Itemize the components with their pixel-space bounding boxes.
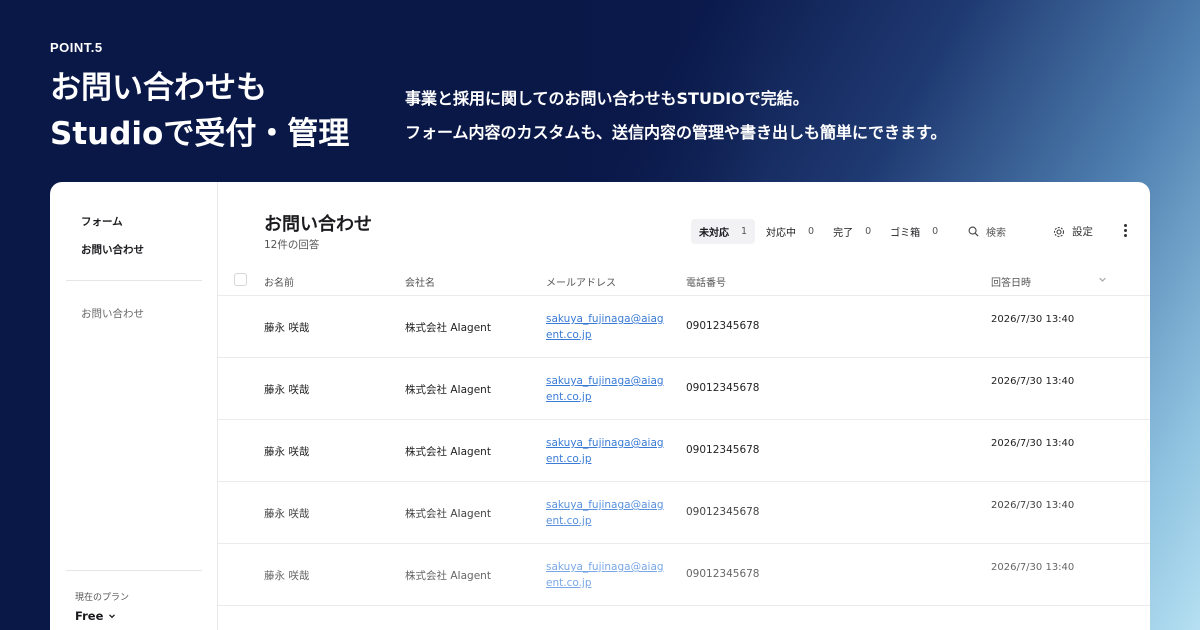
filter-count: 0	[932, 226, 939, 237]
filter-count: 0	[808, 226, 815, 237]
table-body: 藤永 咲哉 株式会社 AIagent sakuya_fujinaga@aiage…	[218, 296, 1150, 606]
table-row[interactable]: 藤永 咲哉 株式会社 AIagent sakuya_fujinaga@aiage…	[218, 482, 1150, 544]
cell-company: 株式会社 AIagent	[405, 508, 491, 520]
table-header: お名前 会社名 メールアドレス 電話番号 回答日時	[218, 266, 1150, 296]
search-button[interactable]: 検索	[968, 224, 1006, 239]
settings-label: 設定	[1072, 226, 1093, 238]
table-row[interactable]: 藤永 咲哉 株式会社 AIagent sakuya_fujinaga@aiage…	[218, 358, 1150, 420]
filter-in-progress[interactable]: 対応中 0	[758, 219, 822, 244]
filter-count: 1	[741, 226, 748, 237]
cell-email-link[interactable]: sakuya_fujinaga@aiagent.co.jp	[546, 559, 664, 591]
cell-name: 藤永 咲哉	[264, 322, 310, 334]
chevron-down-icon	[109, 614, 116, 619]
main-panel: お問い合わせ 12件の回答 未対応 1 対応中 0 完了 0 ゴミ箱 0 検索	[218, 182, 1150, 630]
cell-name: 藤永 咲哉	[264, 446, 310, 458]
more-menu-icon[interactable]	[1118, 222, 1132, 238]
point-label: POINT.5	[50, 40, 103, 55]
search-icon	[968, 226, 979, 237]
filter-label: 対応中	[766, 228, 797, 239]
app-window: フォーム お問い合わせ お問い合わせ 現在のプラン Free お問い合わせ 12…	[50, 182, 1150, 630]
cell-name: 藤永 咲哉	[264, 570, 310, 582]
filter-label: ゴミ箱	[890, 228, 921, 239]
cell-company: 株式会社 AIagent	[405, 446, 491, 458]
column-header-company[interactable]: 会社名	[405, 274, 435, 289]
filter-label: 完了	[833, 228, 854, 239]
filter-trash[interactable]: ゴミ箱 0	[882, 219, 946, 244]
sidebar-subitem-contact[interactable]: お問い合わせ	[81, 306, 144, 321]
hero-title-line2: Studioで受付・管理	[50, 116, 350, 152]
cell-company: 株式会社 AIagent	[405, 322, 491, 334]
table-row[interactable]: 藤永 咲哉 株式会社 AIagent sakuya_fujinaga@aiage…	[218, 296, 1150, 358]
column-header-email[interactable]: メールアドレス	[546, 274, 616, 289]
hero-title: お問い合わせも Studioで受付・管理	[50, 65, 349, 157]
cell-email-link[interactable]: sakuya_fujinaga@aiagent.co.jp	[546, 497, 664, 529]
filter-count: 0	[865, 226, 872, 237]
cell-phone: 09012345678	[686, 506, 760, 518]
chevron-down-icon[interactable]	[1098, 275, 1107, 284]
cell-name: 藤永 咲哉	[264, 384, 310, 396]
gear-icon	[1053, 226, 1065, 237]
cell-date: 2026/7/30 13:40	[991, 500, 1075, 511]
filter-done[interactable]: 完了 0	[825, 219, 879, 244]
settings-button[interactable]: 設定	[1053, 224, 1093, 239]
sidebar-item-contact[interactable]: お問い合わせ	[81, 242, 144, 257]
filter-label: 未対応	[699, 228, 729, 239]
hero-description-line2: フォーム内容のカスタムも、送信内容の管理や書き出しも簡単にできます。	[405, 123, 947, 142]
cell-email-link[interactable]: sakuya_fujinaga@aiagent.co.jp	[546, 373, 664, 405]
plan-selector[interactable]: Free	[75, 609, 116, 623]
hero-section: POINT.5 お問い合わせも Studioで受付・管理	[50, 40, 349, 157]
plan-label: 現在のプラン	[75, 593, 130, 603]
cell-date: 2026/7/30 13:40	[991, 438, 1075, 449]
sidebar: フォーム お問い合わせ お問い合わせ 現在のプラン Free	[50, 182, 218, 630]
plan-value: Free	[75, 609, 104, 623]
cell-date: 2026/7/30 13:40	[991, 314, 1075, 325]
filter-unhandled[interactable]: 未対応 1	[691, 219, 756, 244]
cell-date: 2026/7/30 13:40	[991, 562, 1075, 573]
search-label: 検索	[986, 228, 1006, 239]
hero-description: 事業と採用に関してのお問い合わせもSTUDIOで完結。 フォーム内容のカスタムも…	[405, 82, 946, 150]
cell-phone: 09012345678	[686, 382, 760, 394]
cell-date: 2026/7/30 13:40	[991, 376, 1075, 387]
table-row[interactable]: 藤永 咲哉 株式会社 AIagent sakuya_fujinaga@aiage…	[218, 420, 1150, 482]
response-count: 12件の回答	[264, 239, 320, 251]
cell-email-link[interactable]: sakuya_fujinaga@aiagent.co.jp	[546, 435, 664, 467]
status-filters: 未対応 1 対応中 0 完了 0 ゴミ箱 0	[691, 219, 949, 244]
page-title: お問い合わせ	[264, 214, 372, 235]
hero-title-line1: お問い合わせも	[50, 70, 267, 106]
cell-phone: 09012345678	[686, 320, 760, 332]
table-row[interactable]: 藤永 咲哉 株式会社 AIagent sakuya_fujinaga@aiage…	[218, 544, 1150, 606]
sidebar-item-forms[interactable]: フォーム	[81, 214, 123, 229]
column-header-name[interactable]: お名前	[264, 274, 294, 289]
sidebar-divider	[66, 570, 202, 571]
cell-company: 株式会社 AIagent	[405, 570, 491, 582]
sidebar-divider	[66, 280, 202, 281]
cell-phone: 09012345678	[686, 444, 760, 456]
cell-email-link[interactable]: sakuya_fujinaga@aiagent.co.jp	[546, 311, 664, 343]
column-header-phone[interactable]: 電話番号	[686, 274, 726, 289]
column-header-date[interactable]: 回答日時	[991, 274, 1031, 289]
cell-phone: 09012345678	[686, 568, 760, 580]
cell-company: 株式会社 AIagent	[405, 384, 491, 396]
cell-name: 藤永 咲哉	[264, 508, 310, 520]
select-all-checkbox[interactable]	[234, 273, 247, 286]
hero-description-line1: 事業と採用に関してのお問い合わせもSTUDIOで完結。	[405, 89, 809, 108]
